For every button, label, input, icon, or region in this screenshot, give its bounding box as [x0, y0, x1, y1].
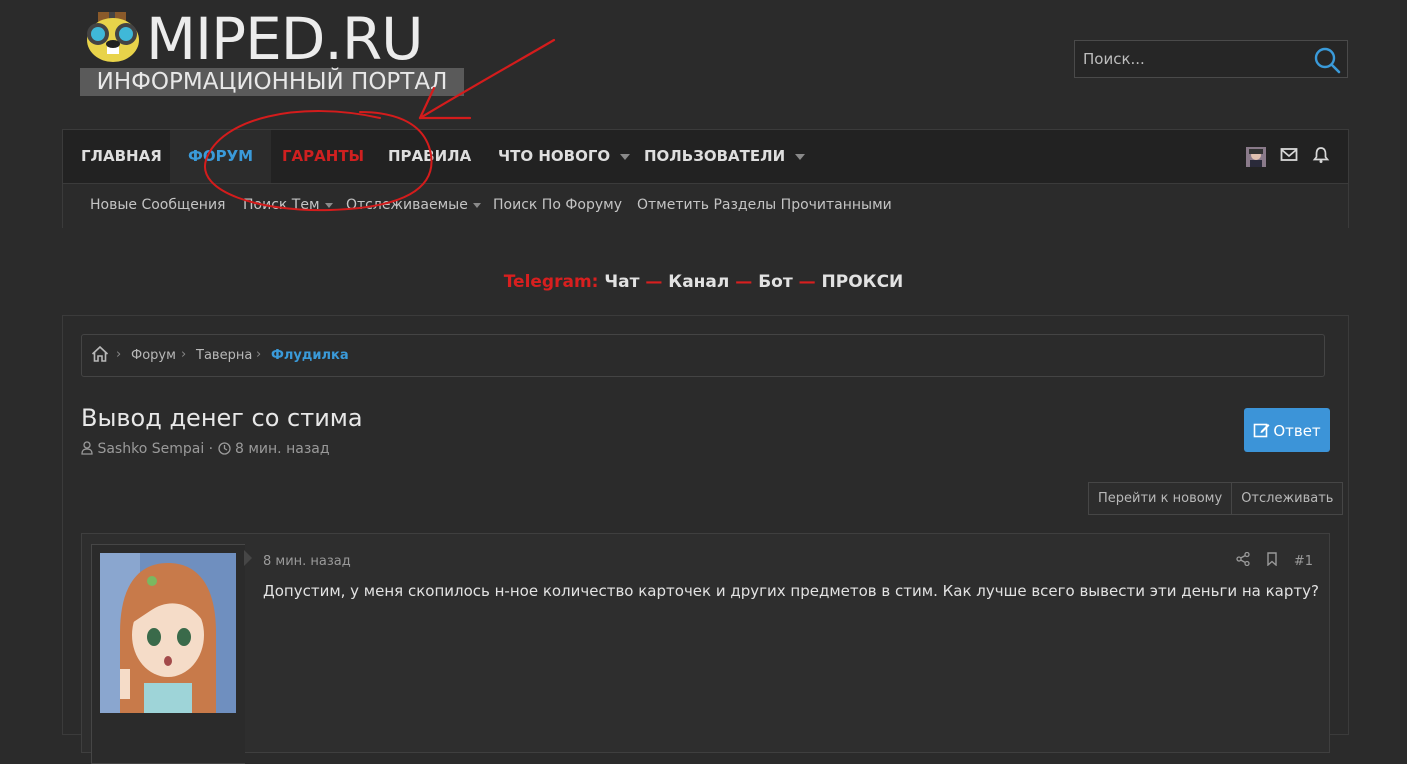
- chevron-right-icon: ›: [181, 347, 187, 362]
- telegram-dash: —: [735, 272, 753, 292]
- search-icon[interactable]: [1313, 46, 1341, 74]
- logo-title: MIPED.RU: [146, 5, 424, 73]
- nav-item-members[interactable]: Пользователи: [626, 130, 823, 183]
- telegram-dash: —: [645, 272, 663, 292]
- breadcrumb: › Форум › Таверна › Флудилка: [81, 334, 1325, 377]
- post-actions: #1: [1224, 551, 1313, 570]
- clock-icon: [217, 442, 231, 455]
- nav-item-rules[interactable]: Правила: [370, 130, 489, 183]
- post-arrow: [244, 550, 252, 566]
- bookmark-icon[interactable]: [1266, 552, 1278, 570]
- user-avatar-icon[interactable]: [1245, 147, 1266, 167]
- chevron-right-icon: ›: [116, 347, 122, 362]
- go-to-new-button[interactable]: Перейти к новому: [1089, 483, 1232, 514]
- telegram-chat-link[interactable]: Чат: [604, 272, 639, 292]
- user-icon: [81, 441, 93, 455]
- main-content: › Форум › Таверна › Флудилка Вывод денег…: [62, 315, 1349, 764]
- post-time[interactable]: 8 мин. назад: [263, 554, 351, 569]
- bell-icon[interactable]: [1312, 146, 1330, 168]
- search-box: [1074, 40, 1348, 78]
- telegram-proxy-link[interactable]: ПРОКСИ: [822, 272, 904, 292]
- watch-button[interactable]: Отслеживать: [1231, 483, 1343, 514]
- telegram-links: Telegram: Чат — Канал — Бот — ПРОКСИ: [0, 272, 1407, 292]
- site-logo[interactable]: MIPED.RU ИНФОРМАЦИОННЫЙ ПОРТАЛ: [80, 8, 468, 98]
- chevron-down-icon[interactable]: [324, 202, 333, 208]
- chevron-right-icon: ›: [256, 347, 262, 362]
- main-nav: Главная Форум Гаранты Правила Что нового…: [62, 129, 1349, 184]
- thread-title: Вывод денег со стима: [81, 404, 363, 432]
- nav-item-whats-new[interactable]: Что нового: [480, 130, 648, 183]
- breadcrumb-tavern[interactable]: Таверна: [196, 348, 252, 363]
- breadcrumb-forum[interactable]: Форум: [131, 348, 176, 363]
- post: 8 мин. назад #1 Допустим, у меня скопило…: [81, 533, 1330, 764]
- meta-separator: ·: [208, 441, 214, 457]
- subnav-search-forum[interactable]: Поиск По Форуму: [493, 197, 622, 213]
- nav-item-home[interactable]: Главная: [63, 130, 180, 183]
- chevron-down-icon[interactable]: [472, 202, 481, 208]
- sub-nav: Новые Сообщения Поиск Тем Отслеживаемые …: [62, 184, 1349, 228]
- post-user-cell: [91, 544, 245, 764]
- envelope-icon[interactable]: [1280, 147, 1298, 167]
- subnav-new-posts[interactable]: Новые Сообщения: [90, 197, 225, 213]
- post-number[interactable]: #1: [1294, 554, 1313, 569]
- nav-item-guarantors[interactable]: Гаранты: [264, 130, 382, 183]
- subnav-mark-read[interactable]: Отметить Разделы Прочитанными: [637, 197, 892, 213]
- breadcrumb-flood[interactable]: Флудилка: [271, 348, 349, 363]
- share-icon[interactable]: [1235, 551, 1250, 570]
- thread-meta: Sashko Sempai · 8 мин. назад: [81, 441, 330, 457]
- nav-item-forum[interactable]: Форум: [170, 130, 272, 183]
- thread-time[interactable]: 8 мин. назад: [235, 441, 330, 457]
- thread-actions: Перейти к новому Отслеживать: [1088, 482, 1344, 515]
- avatar[interactable]: [100, 553, 236, 713]
- reply-button[interactable]: Ответ: [1244, 408, 1330, 452]
- post-body: Допустим, у меня скопилось н-ное количес…: [263, 582, 1319, 600]
- telegram-channel-link[interactable]: Канал: [668, 272, 729, 292]
- mascot-logo-icon: [87, 12, 139, 62]
- subnav-search-threads[interactable]: Поиск Тем: [243, 197, 333, 213]
- telegram-dash: —: [798, 272, 816, 292]
- thread-author[interactable]: Sashko Sempai: [97, 441, 204, 457]
- telegram-bot-link[interactable]: Бот: [758, 272, 793, 292]
- subnav-watched[interactable]: Отслеживаемые: [346, 197, 481, 213]
- home-icon[interactable]: [91, 345, 109, 363]
- chevron-down-icon[interactable]: [795, 153, 806, 160]
- telegram-label: Telegram:: [503, 272, 599, 292]
- edit-icon: [1254, 423, 1270, 437]
- search-input[interactable]: [1075, 41, 1313, 77]
- logo-subtitle: ИНФОРМАЦИОННЫЙ ПОРТАЛ: [80, 68, 464, 96]
- nav-user-icons: [1237, 146, 1330, 168]
